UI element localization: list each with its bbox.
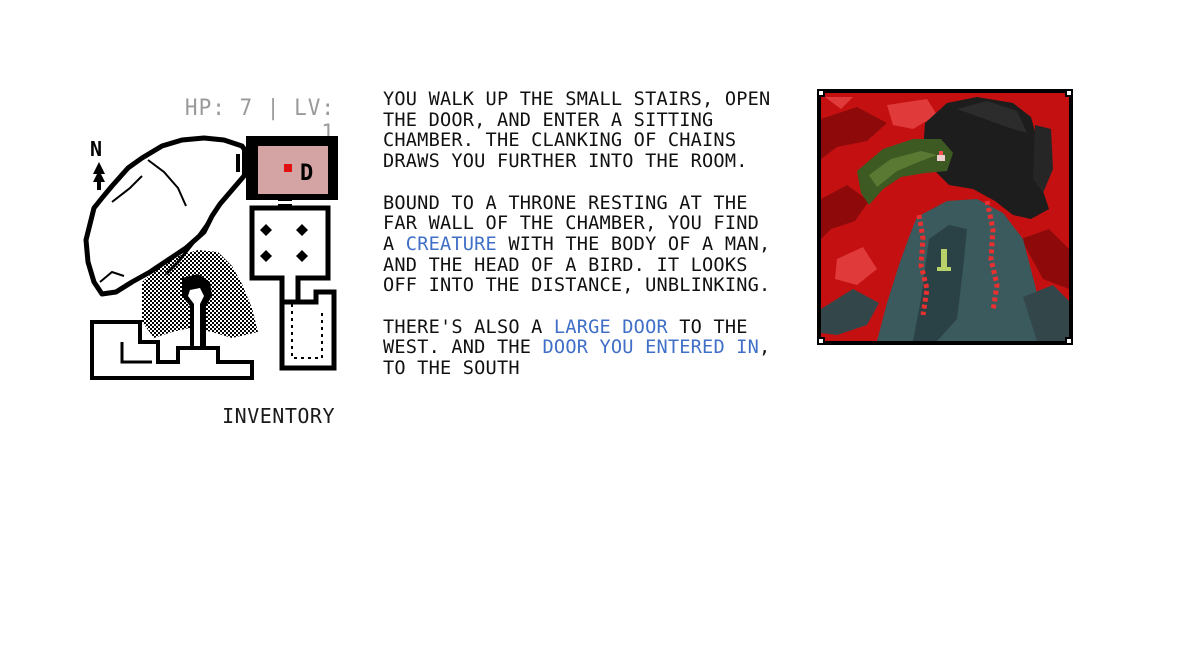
story-paragraph-1: YOU WALK UP THE SMALL STAIRS, OPEN THE D… [383, 89, 771, 173]
story-paragraph-3: THERE'S ALSO A LARGE DOOR TO THE WEST. A… [383, 316, 783, 380]
story-text: YOU WALK UP THE SMALL STAIRS, OPEN THE D… [383, 89, 783, 401]
compass-arrow-icon: N [90, 137, 105, 190]
entered-door-link[interactable]: DOOR YOU ENTERED IN [543, 337, 760, 359]
story-paragraph-2: BOUND TO A THRONE RESTING AT THE FAR WAL… [383, 193, 783, 298]
story-paragraph-3-start: THERE'S ALSO A [383, 316, 554, 338]
room-marker-letter: D [300, 161, 313, 186]
compass-north-letter: N [90, 137, 102, 161]
bird-headed-creature-portrait [817, 89, 1073, 345]
pillar-hall-room [249, 205, 331, 305]
player-position-icon [284, 164, 292, 172]
large-door-link[interactable]: LARGE DOOR [554, 317, 668, 338]
creature-link[interactable]: CREATURE [406, 234, 497, 255]
inventory-button[interactable]: INVENTORY [180, 404, 335, 428]
dungeon-map: N D [82, 132, 342, 384]
current-room: D [236, 136, 338, 200]
